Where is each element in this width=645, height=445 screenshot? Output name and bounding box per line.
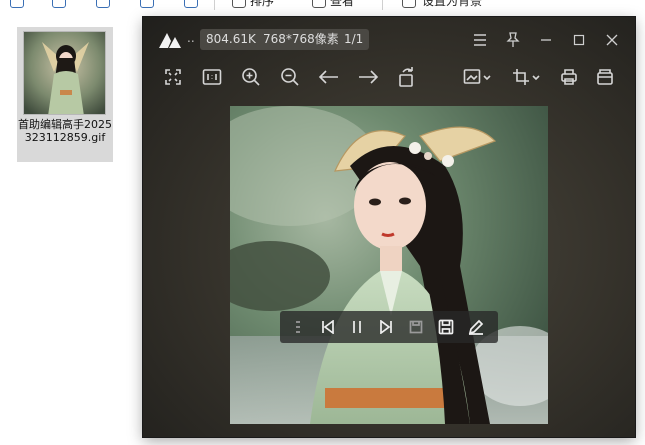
crop-icon[interactable] (510, 63, 544, 91)
open-folder-icon[interactable] (591, 63, 619, 91)
copy-icon[interactable] (10, 0, 24, 8)
view-icon (312, 0, 326, 8)
edit-icon[interactable] (464, 315, 488, 339)
frames-list-icon[interactable] (286, 315, 310, 339)
delete-icon[interactable] (184, 0, 198, 8)
maximize-icon[interactable] (566, 27, 592, 53)
app-logo-icon (159, 33, 181, 48)
file-item[interactable]: 首助编辑高手2025323112859.gif (17, 27, 113, 162)
wallpaper-icon (402, 0, 416, 8)
rename-icon[interactable] (96, 0, 110, 8)
actual-size-icon[interactable] (198, 63, 226, 91)
skip-back-icon[interactable] (316, 315, 340, 339)
displayed-image[interactable] (230, 106, 548, 424)
viewer-toolbar (143, 63, 635, 93)
image-adjust-icon[interactable] (461, 63, 495, 91)
paste-icon[interactable] (52, 0, 66, 8)
sort-icon (232, 0, 246, 8)
print-icon[interactable] (555, 63, 583, 91)
close-icon[interactable] (599, 27, 625, 53)
explorer-toolbar: 排序 查看 设置为背景 ··· (0, 0, 645, 12)
save-icon[interactable] (434, 315, 458, 339)
zoom-out-icon[interactable] (276, 63, 304, 91)
toolbar-divider (214, 0, 215, 10)
sort-button[interactable]: 排序 (250, 0, 274, 8)
toolbar-divider (382, 0, 383, 10)
viewer-titlebar[interactable]: .. 804.61K 768*768像素 1/1 (143, 17, 635, 61)
pin-icon[interactable] (500, 27, 526, 53)
next-arrow-icon[interactable] (354, 63, 382, 91)
set-wallpaper-button[interactable]: 设置为背景 (422, 0, 482, 8)
zoom-in-icon[interactable] (237, 63, 265, 91)
image-viewer-window: .. 804.61K 768*768像素 1/1 (143, 17, 635, 437)
page-counter-badge: 1/1 (338, 29, 370, 50)
file-size-badge: 804.61K (200, 29, 262, 50)
file-thumbnail (23, 31, 106, 115)
dimensions-badge: 768*768像素 (257, 29, 345, 50)
pause-icon[interactable] (345, 315, 369, 339)
minimize-icon[interactable] (533, 27, 559, 53)
title-ellipsis: .. (187, 31, 195, 45)
playback-bar (280, 311, 498, 343)
save-frame-icon[interactable] (404, 315, 428, 339)
view-button[interactable]: 查看 (330, 0, 354, 8)
menu-icon[interactable] (467, 27, 493, 53)
previous-arrow-icon[interactable] (315, 63, 343, 91)
fullscreen-icon[interactable] (159, 63, 187, 91)
share-icon[interactable] (140, 0, 154, 8)
skip-forward-icon[interactable] (374, 315, 398, 339)
rotate-icon[interactable] (393, 63, 421, 91)
file-name-label: 首助编辑高手2025323112859.gif (18, 118, 112, 144)
more-options-button[interactable]: ··· (510, 0, 526, 7)
